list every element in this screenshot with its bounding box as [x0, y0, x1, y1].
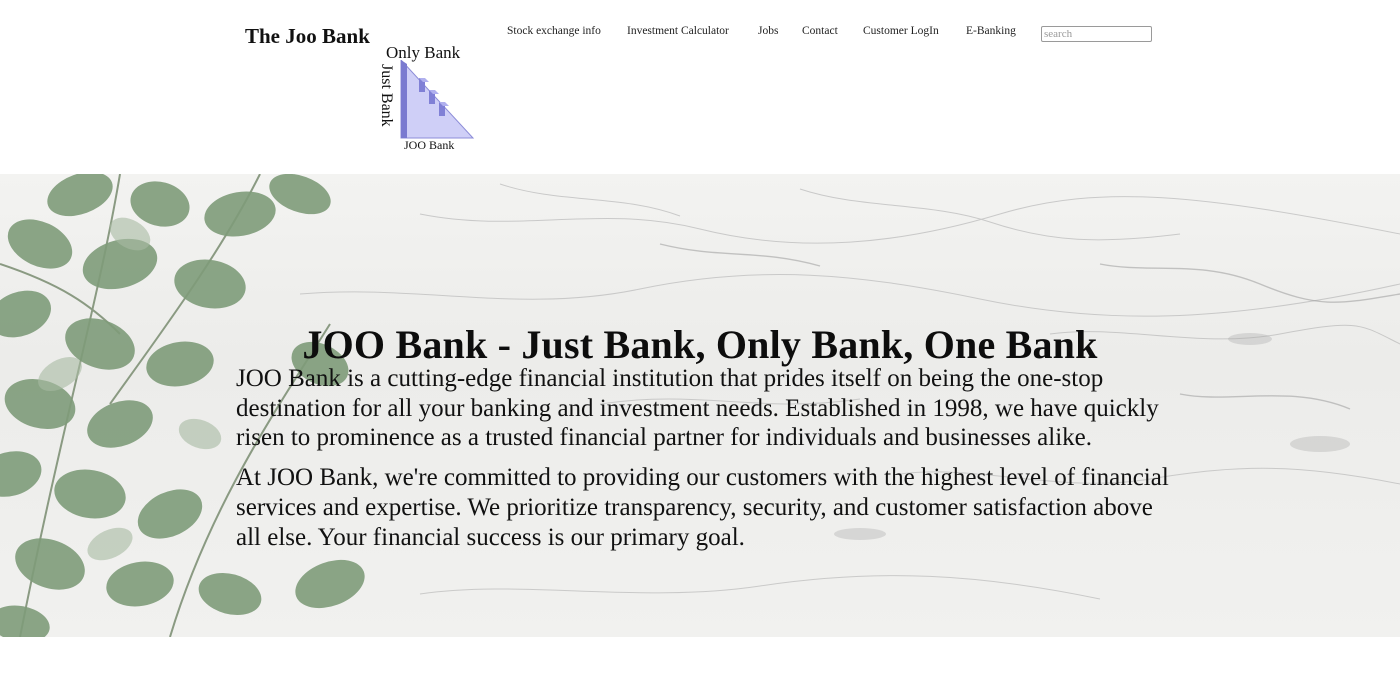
- hero-title: JOO Bank - Just Bank, Only Bank, One Ban…: [302, 321, 1098, 367]
- nav-stock-exchange-info[interactable]: Stock exchange info: [507, 25, 601, 37]
- bank-logo[interactable]: Only Bank Just Bank JOO Bank: [374, 40, 484, 158]
- nav-e-banking[interactable]: E-Banking: [966, 25, 1016, 37]
- nav-contact[interactable]: Contact: [802, 25, 838, 37]
- nav-investment-calculator[interactable]: Investment Calculator: [627, 25, 729, 37]
- hero-description: JOO Bank is a cutting-edge financial ins…: [236, 364, 1171, 562]
- logo-stairs-icon: [400, 60, 475, 139]
- nav-jobs[interactable]: Jobs: [758, 25, 778, 37]
- hero-section: JOO Bank - Just Bank, Only Bank, One Ban…: [0, 174, 1400, 637]
- page-bottom-space: [0, 637, 1400, 699]
- search-input[interactable]: [1041, 26, 1152, 42]
- logo-side-text: Just Bank: [378, 64, 395, 127]
- hero-paragraph: JOO Bank is a cutting-edge financial ins…: [236, 365, 1159, 452]
- page: The Joo Bank Only Bank Just Bank JOO Ban…: [0, 0, 1400, 699]
- logo-bottom-text: JOO Bank: [404, 138, 455, 152]
- brand-name[interactable]: The Joo Bank: [245, 24, 370, 49]
- site-header: The Joo Bank Only Bank Just Bank JOO Ban…: [0, 0, 1400, 174]
- hero-paragraph: At JOO Bank, we're committed to providin…: [236, 464, 1169, 551]
- nav-customer-login[interactable]: Customer LogIn: [863, 25, 939, 37]
